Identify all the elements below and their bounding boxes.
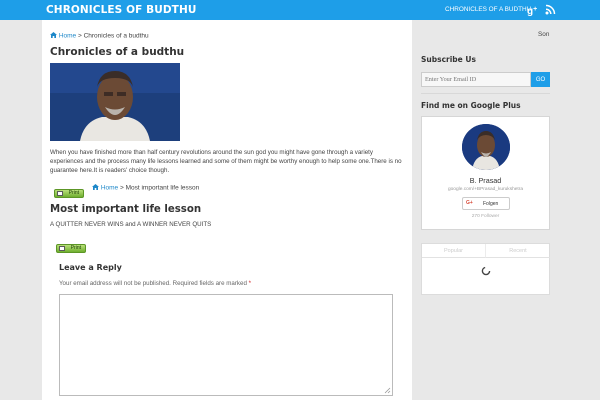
post-breadcrumb-home-link[interactable]: Home [101,185,118,192]
sidebar-clipped-text: Son [538,31,550,38]
follower-count: 270 Follower [471,214,500,219]
profile-name[interactable]: B. Prasad [422,176,549,185]
rss-icon[interactable] [545,4,556,15]
post-print-button[interactable]: Print [56,244,86,253]
printer-icon [57,191,63,196]
main-content: Home > Chronicles of a budthu Chronicles… [42,20,412,400]
google-plus-icon[interactable]: g+ [527,3,539,17]
tab-recent[interactable]: Recent [486,244,550,258]
follow-button[interactable]: G+ Folgen [462,197,510,210]
profile-url[interactable]: google.com/+BPrasad_kurukshetra [422,187,549,192]
profile-avatar[interactable] [462,124,510,170]
subscribe-go-button[interactable]: GO [531,72,550,87]
print-label: Print [68,190,79,196]
tab-popular[interactable]: Popular [422,244,486,258]
posts-tabs-widget: Popular Recent [421,243,550,295]
gplus-profile-card: B. Prasad google.com/+BPrasad_kurukshetr… [421,116,550,230]
post-print-label: Print [70,245,81,251]
site-title[interactable]: CHRONICLES OF BUDTHU [46,4,196,16]
breadcrumb: Home > Chronicles of a budthu [50,32,149,40]
home-icon [50,32,57,38]
print-button[interactable]: Print [54,189,84,198]
follow-label: Folgen [483,201,499,207]
subscribe-email-input[interactable] [421,72,531,87]
breadcrumb-separator: > [76,32,84,40]
gplus-widget-title: Find me on Google Plus [421,101,521,110]
comment-textarea[interactable] [59,294,393,396]
sidebar-divider [421,93,550,94]
intro-text: When you have finished more than half ce… [50,149,402,174]
breadcrumb-current: Chronicles of a budthu [83,32,149,40]
author-portrait [50,63,180,141]
printer-icon [59,246,65,251]
subscribe-title: Subscribe Us [421,55,476,64]
page-title: Chronicles of a budthu [50,46,185,58]
loading-spinner-icon [481,266,491,276]
post-breadcrumb-separator: > [118,184,126,192]
nav-link-chronicles[interactable]: CHRONICLES OF A BUDTHU [445,6,531,13]
post-title[interactable]: Most important life lesson [50,204,201,215]
resize-grip-icon[interactable] [383,386,391,394]
google-plus-icon: G+ [466,200,473,206]
home-icon [92,184,99,190]
required-mark: * [248,280,252,287]
post-breadcrumb: Home > Most important life lesson [92,184,199,192]
reply-title: Leave a Reply [59,263,122,272]
breadcrumb-home-link[interactable]: Home [59,33,76,40]
reply-note-text: Your email address will not be published… [59,280,249,287]
post-body: A QUITTER NEVER WINS and A WINNER NEVER … [50,221,212,228]
reply-note: Your email address will not be published… [59,280,251,287]
post-breadcrumb-current: Most important life lesson [125,184,200,192]
